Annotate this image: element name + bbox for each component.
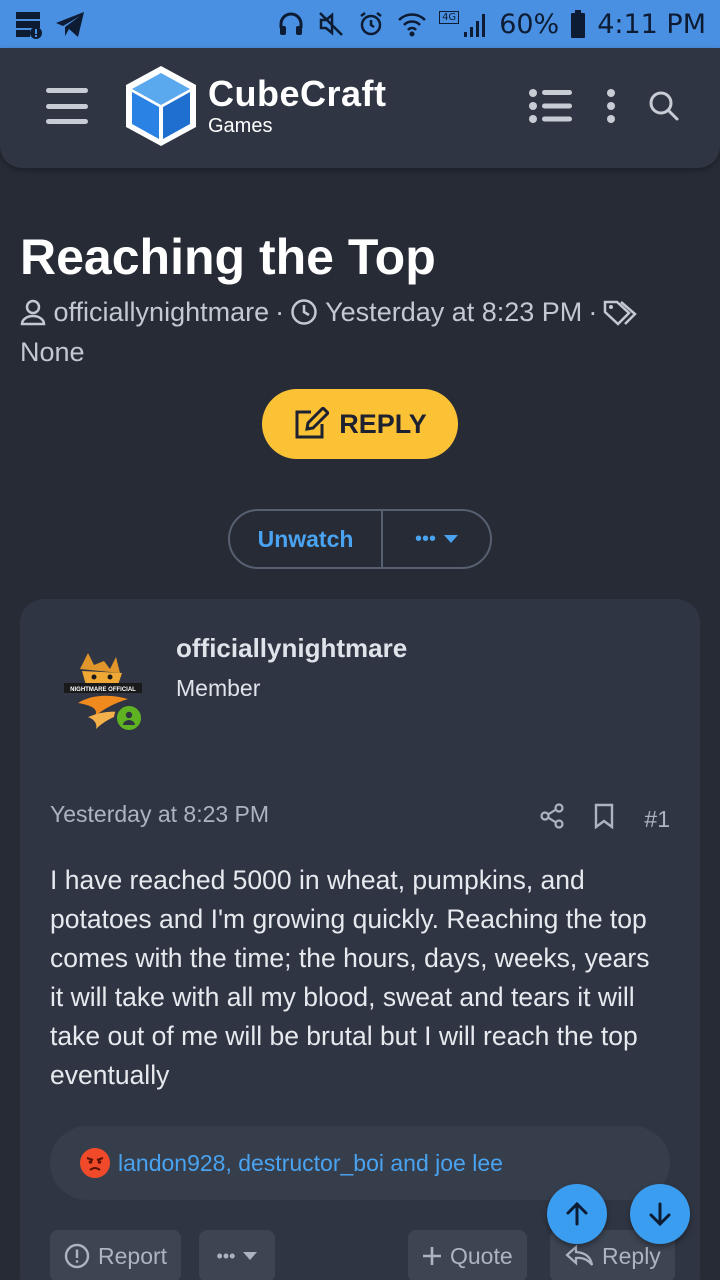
battery-icon — [571, 10, 586, 38]
arrow-up-icon — [566, 1201, 588, 1226]
reply-label: Reply — [602, 1242, 661, 1269]
list-icon[interactable] — [528, 88, 574, 129]
scroll-up-button[interactable] — [547, 1184, 607, 1244]
reactions-users[interactable]: landon928, destructor_boi and joe lee — [118, 1150, 503, 1177]
network-badge: 4G — [439, 10, 460, 24]
site-header: CubeCraft Games — [0, 48, 720, 168]
thread-author-link[interactable]: officiallynightmare — [54, 297, 270, 327]
share-icon[interactable] — [540, 803, 565, 835]
logo-subtitle: Games — [208, 115, 273, 137]
post-author-link[interactable]: officiallynightmare — [176, 633, 407, 664]
alarm-icon — [357, 10, 385, 38]
post-more-button[interactable]: ••• — [199, 1230, 275, 1280]
post-date[interactable]: Yesterday at 8:23 PM — [50, 801, 269, 828]
edit-icon — [295, 407, 330, 439]
avatar-caption: NIGHTMARE OFFICIAL — [70, 687, 136, 693]
watch-button-group: Unwatch ••• — [228, 509, 492, 569]
thread-date-link[interactable]: Yesterday at 8:23 PM — [325, 297, 582, 327]
user-icon — [20, 299, 46, 326]
thread-tags: None — [20, 337, 85, 367]
post-author-role: Member — [176, 675, 261, 701]
status-bar: 4G 60% 4:11 PM — [0, 0, 720, 48]
angry-emoji-icon — [80, 1148, 110, 1178]
server-notification-icon — [14, 9, 44, 39]
mute-icon — [317, 10, 345, 38]
alert-icon — [64, 1243, 90, 1269]
site-logo[interactable]: CubeCraft Games — [124, 64, 387, 148]
post-card: NIGHTMARE OFFICIAL officiallynightmare M… — [20, 599, 700, 1280]
scroll-down-button[interactable] — [630, 1184, 690, 1244]
post-number-link[interactable]: #1 — [644, 806, 670, 833]
post-body: I have reached 5000 in wheat, pumpkins, … — [50, 865, 650, 1090]
kebab-icon[interactable] — [606, 88, 616, 129]
cube-logo-icon — [126, 66, 196, 146]
clock: 4:11 PM — [597, 8, 706, 40]
wifi-icon — [397, 10, 427, 38]
quote-button[interactable]: Quote — [408, 1230, 527, 1280]
online-status-icon — [114, 703, 144, 733]
report-button[interactable]: Report — [50, 1230, 182, 1280]
thread-options-button[interactable]: ••• — [383, 511, 490, 567]
battery-percent: 60% — [499, 8, 560, 40]
more-label: ••• — [414, 527, 436, 550]
telegram-icon — [54, 9, 86, 39]
page-title: Reaching the Top — [20, 229, 436, 285]
bookmark-icon[interactable] — [594, 803, 614, 835]
clock-icon — [291, 299, 317, 325]
plus-icon — [423, 1247, 441, 1265]
more-label: ••• — [216, 1245, 236, 1266]
signal-icon: 4G — [439, 10, 487, 38]
menu-icon[interactable] — [46, 88, 88, 124]
reply-label: REPLY — [339, 408, 427, 439]
reply-arrow-icon — [565, 1244, 594, 1266]
thread-meta: officiallynightmare · Yesterday at 8:23 P… — [20, 292, 700, 372]
post-actions: #1 — [540, 803, 670, 835]
headphones-icon — [277, 10, 305, 38]
logo-title: CubeCraft — [208, 73, 387, 114]
arrow-down-icon — [649, 1202, 671, 1227]
caret-down-icon — [243, 1252, 258, 1260]
unwatch-button[interactable]: Unwatch — [230, 511, 383, 567]
report-label: Report — [98, 1242, 168, 1269]
tags-icon — [604, 300, 638, 326]
reply-button[interactable]: REPLY — [262, 389, 458, 459]
caret-down-icon — [444, 535, 458, 543]
quote-label: Quote — [450, 1242, 513, 1269]
search-icon[interactable] — [648, 90, 680, 127]
